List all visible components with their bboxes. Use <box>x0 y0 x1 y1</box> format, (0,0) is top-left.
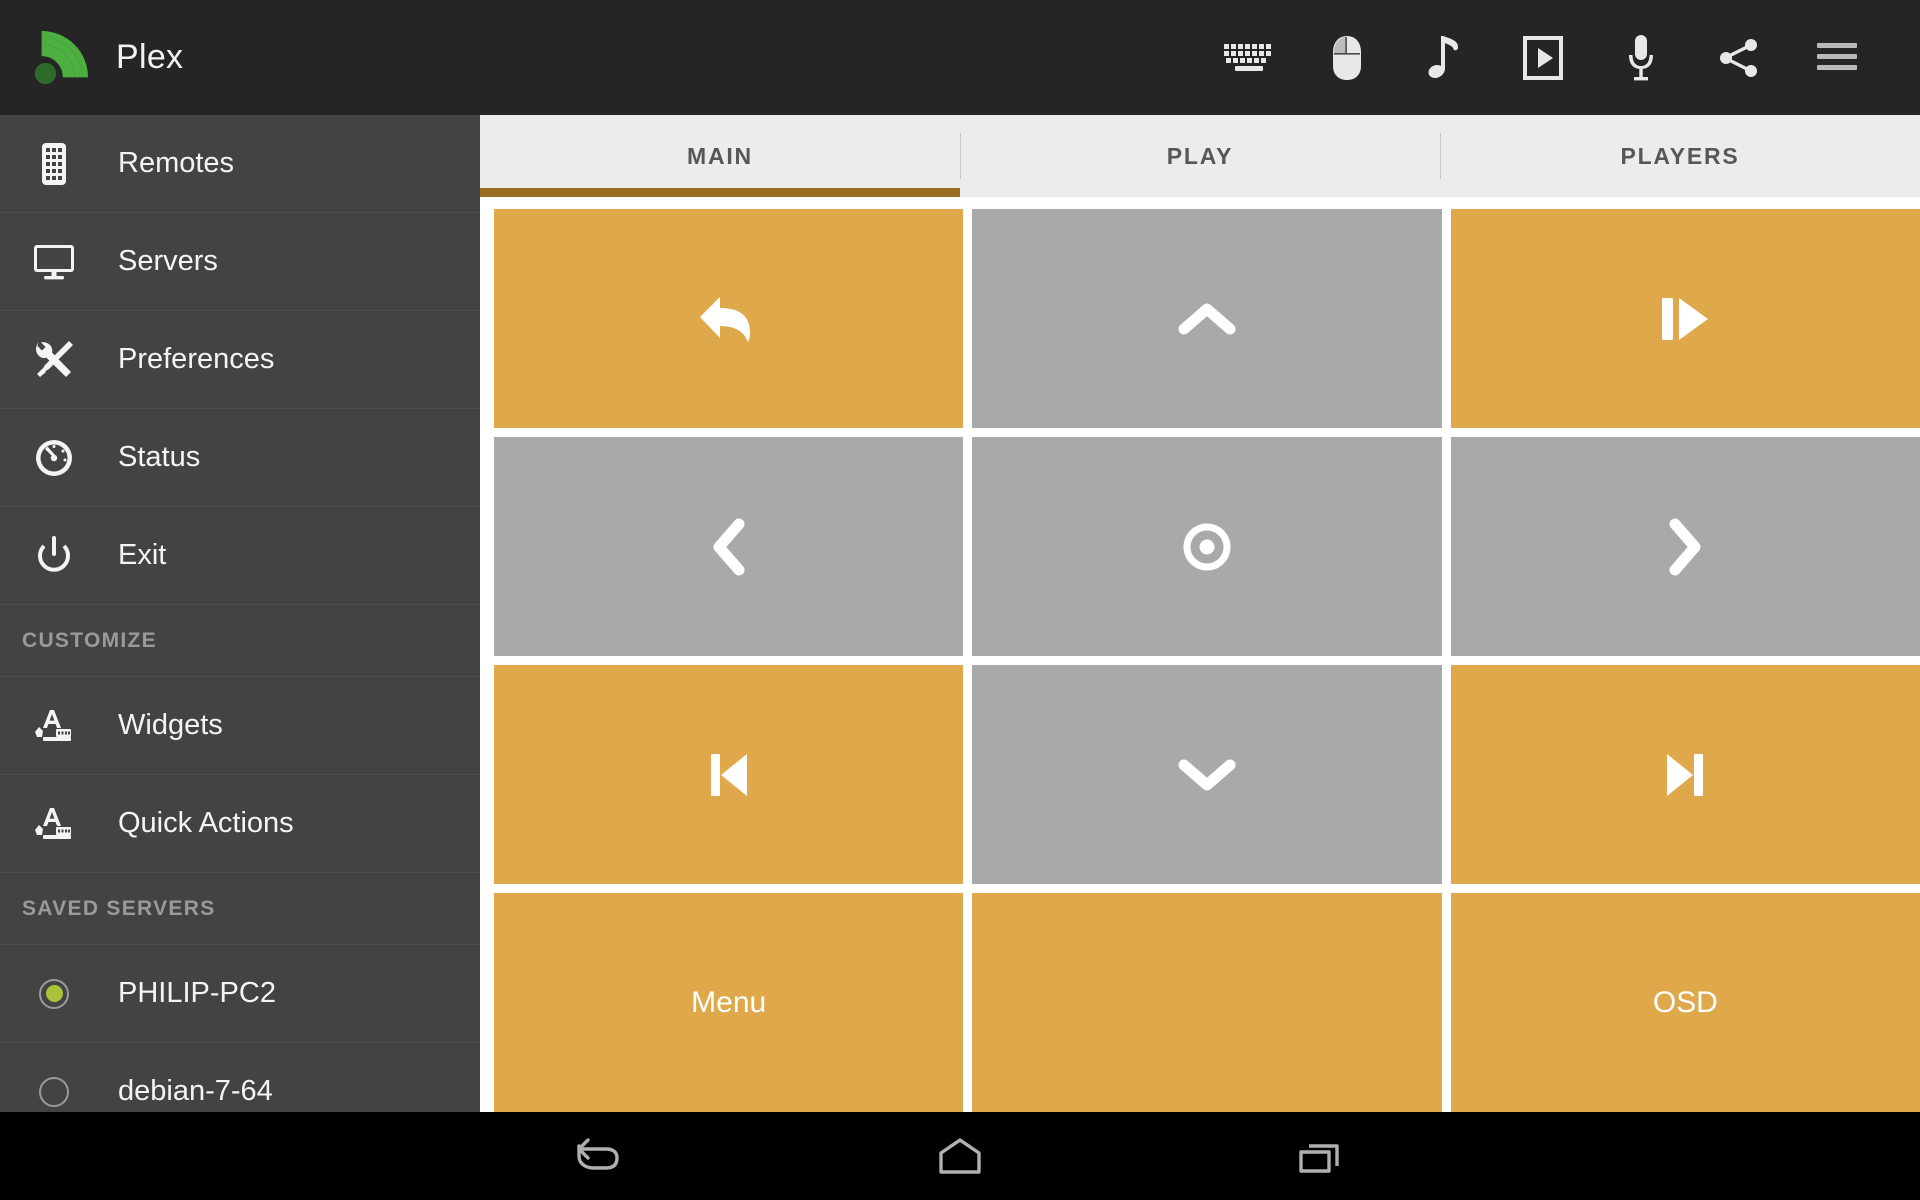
sidebar-section-customize: CUSTOMIZE <box>0 605 480 677</box>
tab-play[interactable]: PLAY <box>960 115 1440 197</box>
sidebar-server-philip-pc2[interactable]: PHILIP-PC2 <box>0 945 480 1043</box>
play-pause-button[interactable] <box>1450 209 1920 428</box>
sidebar-item-widgets[interactable]: Widgets <box>0 677 480 775</box>
next-track-icon <box>1659 748 1711 802</box>
menu-icon[interactable] <box>1788 0 1886 115</box>
sidebar-item-remotes[interactable]: Remotes <box>0 115 480 213</box>
back-button[interactable] <box>494 209 964 428</box>
sidebar-item-servers[interactable]: Servers <box>0 213 480 311</box>
gauge-icon <box>28 438 80 478</box>
tab-label: PLAYERS <box>1620 142 1740 169</box>
sidebar-item-label: Exit <box>118 539 167 571</box>
sidebar-item-exit[interactable]: Exit <box>0 507 480 605</box>
left-button[interactable] <box>494 437 964 656</box>
down-button[interactable] <box>972 665 1442 884</box>
sidebar-item-label: Preferences <box>118 343 275 375</box>
chevron-up-icon <box>1176 299 1238 339</box>
blank-button[interactable] <box>972 893 1442 1112</box>
menu-button[interactable]: Menu <box>494 893 964 1112</box>
remote-button-grid: Menu OSD <box>480 197 1920 1112</box>
sidebar-item-quick-actions[interactable]: Quick Actions <box>0 775 480 873</box>
chevron-down-icon <box>1176 755 1238 795</box>
share-icon[interactable] <box>1690 0 1788 115</box>
power-icon <box>28 535 80 576</box>
right-button[interactable] <box>1450 437 1920 656</box>
music-note-icon[interactable] <box>1396 0 1494 115</box>
tab-main[interactable]: MAIN <box>480 115 960 197</box>
sidebar: Remotes Servers Preferences Status Exit … <box>0 115 480 1112</box>
tools-icon <box>28 339 80 381</box>
play-pause-icon <box>1656 292 1714 346</box>
remote-control-icon <box>28 142 80 186</box>
osd-button[interactable]: OSD <box>1450 893 1920 1112</box>
chevron-right-icon <box>1665 516 1705 578</box>
sidebar-item-label: Quick Actions <box>118 807 294 839</box>
toolbar <box>1200 0 1920 115</box>
signal-arc-logo-icon <box>28 29 90 87</box>
radio-unselected-icon <box>28 1076 80 1107</box>
previous-button[interactable] <box>494 665 964 884</box>
body: Remotes Servers Preferences Status Exit … <box>0 115 1920 1112</box>
sidebar-item-label: Widgets <box>118 709 223 741</box>
brand: Plex <box>0 0 480 115</box>
sidebar-item-status[interactable]: Status <box>0 409 480 507</box>
sidebar-item-preferences[interactable]: Preferences <box>0 311 480 409</box>
android-navigation-bar <box>0 1112 1920 1200</box>
chevron-left-icon <box>709 516 749 578</box>
tab-label: MAIN <box>687 142 753 169</box>
sidebar-item-label: Status <box>118 441 201 473</box>
tab-players[interactable]: PLAYERS <box>1440 115 1920 197</box>
tab-bar: MAIN PLAY PLAYERS <box>480 115 1920 197</box>
next-button[interactable] <box>1450 665 1920 884</box>
monitor-icon <box>28 243 80 281</box>
app-root: Plex Remotes Servers Preferences Status … <box>0 0 1920 1200</box>
widget-icon <box>28 805 80 843</box>
target-dot-icon <box>1180 520 1234 574</box>
tab-label: PLAY <box>1166 142 1234 169</box>
android-recents-icon[interactable] <box>1260 1112 1380 1200</box>
sidebar-item-label: Remotes <box>118 147 235 179</box>
up-button[interactable] <box>972 209 1442 428</box>
sidebar-section-saved-servers: SAVED SERVERS <box>0 873 480 945</box>
mouse-icon[interactable] <box>1298 0 1396 115</box>
back-curved-arrow-icon <box>698 291 760 347</box>
sidebar-server-debian-7-64[interactable]: debian-7-64 <box>0 1043 480 1112</box>
ok-button[interactable] <box>972 437 1442 656</box>
server-label: debian-7-64 <box>118 1075 273 1107</box>
previous-track-icon <box>703 748 755 802</box>
video-icon[interactable] <box>1494 0 1592 115</box>
content-area: MAIN PLAY PLAYERS Menu OSD <box>480 115 1920 1112</box>
sidebar-item-label: Servers <box>118 245 218 277</box>
osd-button-label: OSD <box>1652 985 1718 1019</box>
app-title: Plex <box>116 38 184 76</box>
widget-icon <box>28 707 80 745</box>
android-back-icon[interactable] <box>540 1112 660 1200</box>
radio-selected-icon <box>28 978 80 1009</box>
keyboard-icon[interactable] <box>1200 0 1298 115</box>
top-app-bar: Plex <box>0 0 1920 115</box>
server-label: PHILIP-PC2 <box>118 977 276 1009</box>
menu-button-label: Menu <box>691 985 767 1019</box>
android-home-icon[interactable] <box>900 1112 1020 1200</box>
microphone-icon[interactable] <box>1592 0 1690 115</box>
